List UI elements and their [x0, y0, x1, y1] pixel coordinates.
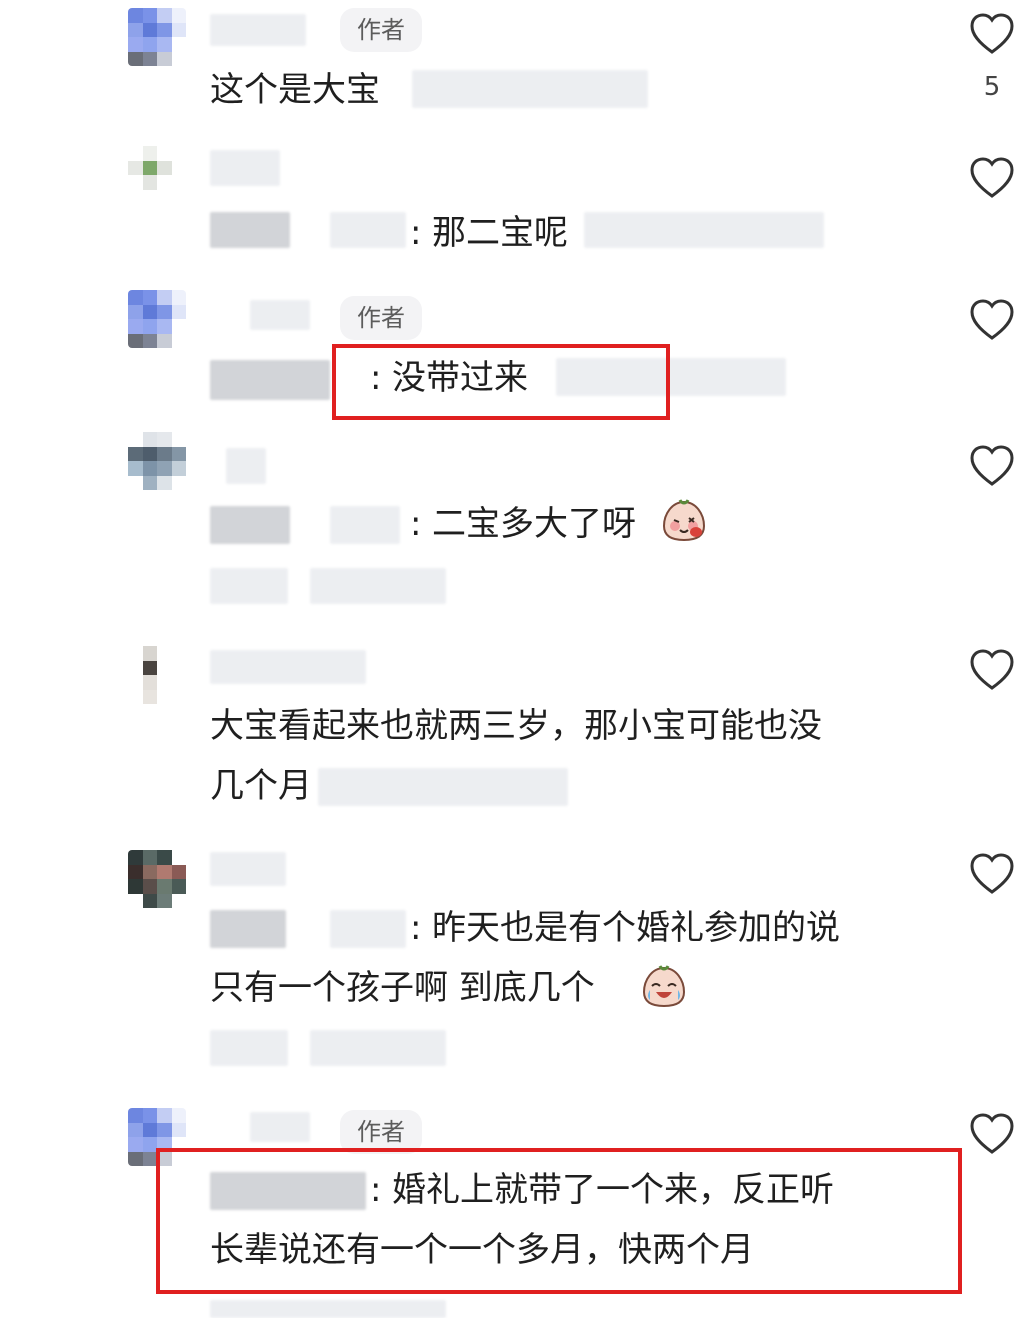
reply-target-redacted: [330, 506, 400, 544]
avatar[interactable]: [128, 8, 186, 66]
avatar[interactable]: [128, 146, 186, 204]
reply-colon: :: [410, 213, 422, 253]
comment-text: 二宝多大了呀: [432, 504, 636, 544]
face-with-tongue-emoji: [662, 499, 706, 542]
author-badge: 作者: [340, 8, 422, 52]
comment-text: 只有一个孩子啊 到底几个: [210, 968, 595, 1008]
reply-target-redacted: [210, 212, 290, 248]
reply-target-redacted: [330, 910, 406, 948]
username-redacted[interactable]: [210, 150, 280, 186]
comment-text: 大宝看起来也就两三岁，那小宝可能也没: [210, 706, 822, 746]
username-redacted[interactable]: [210, 852, 286, 886]
reply-redacted: [310, 568, 446, 604]
reply-target-redacted: [330, 212, 406, 248]
reply-redacted: [210, 1030, 288, 1066]
like-heart-icon[interactable]: [968, 1112, 1016, 1156]
comment-thread: 作者 这个是大宝 5 : 那二宝呢 作者 : 没带过来: 二宝多大了呀 大宝看…: [0, 0, 1028, 1318]
reply-target-redacted: [210, 910, 286, 948]
username-redacted[interactable]: [210, 650, 366, 684]
comment-text: 几个月: [210, 766, 312, 806]
reply-target-redacted: [210, 360, 330, 400]
like-heart-icon[interactable]: [968, 156, 1016, 200]
redacted-text: [412, 70, 648, 108]
reply-target-redacted: [210, 506, 290, 544]
redacted-text: [318, 768, 568, 806]
username-redacted[interactable]: [250, 1112, 310, 1142]
comment-text: 那二宝呢: [432, 213, 568, 253]
comment-text: 这个是大宝: [210, 70, 380, 110]
username-redacted[interactable]: [250, 300, 310, 330]
like-heart-icon[interactable]: [968, 12, 1016, 56]
highlight-box: [156, 1148, 962, 1294]
reply-redacted: [210, 1300, 446, 1318]
reply-redacted: [310, 1030, 446, 1066]
like-heart-icon[interactable]: [968, 852, 1016, 896]
like-heart-icon[interactable]: [968, 298, 1016, 342]
like-count: 5: [983, 72, 1001, 102]
highlight-box: [332, 344, 670, 420]
avatar[interactable]: [128, 432, 186, 490]
like-heart-icon[interactable]: [968, 444, 1016, 488]
laughing-tears-emoji: [642, 965, 686, 1008]
redacted-text: [584, 212, 824, 248]
reply-redacted: [210, 568, 288, 604]
comment-text: 昨天也是有个婚礼参加的说: [432, 908, 840, 948]
like-heart-icon[interactable]: [968, 648, 1016, 692]
username-redacted[interactable]: [226, 448, 266, 484]
reply-colon: :: [410, 504, 422, 544]
avatar[interactable]: [128, 290, 186, 348]
author-badge: 作者: [340, 296, 422, 340]
avatar[interactable]: [128, 850, 186, 908]
reply-colon: :: [410, 908, 422, 948]
avatar[interactable]: [128, 646, 186, 704]
username-redacted[interactable]: [210, 14, 306, 46]
